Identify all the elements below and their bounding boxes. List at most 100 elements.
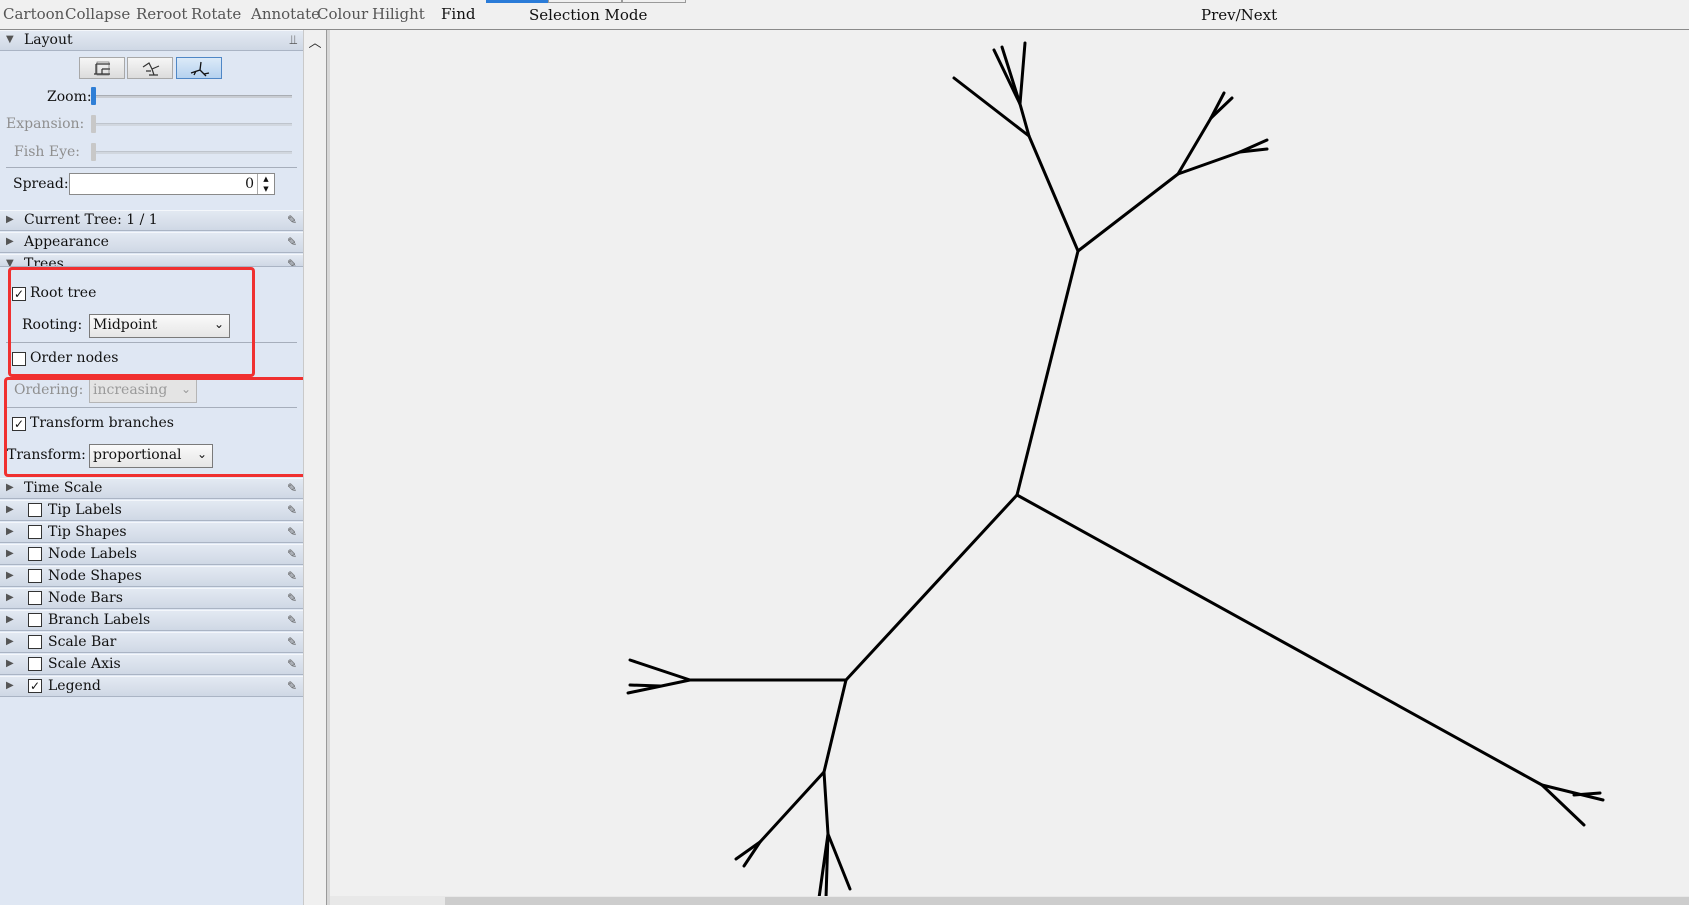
triangle-down-icon: ▼ (6, 258, 14, 267)
branch-labels-section-header[interactable]: ▶ Branch Labels ✎ (0, 610, 303, 631)
layout-divider (6, 167, 297, 168)
appearance-section-header[interactable]: ▶ Appearance ✎ (0, 232, 303, 253)
hilight-button[interactable]: Hilight (372, 5, 425, 23)
pin-icon[interactable]: ✎ (287, 679, 297, 693)
time-scale-section-header[interactable]: ▶ Time Scale ✎ (0, 478, 303, 499)
expansion-slider-thumb (91, 115, 96, 133)
radial-layout-button[interactable] (176, 57, 222, 79)
expansion-slider-track (94, 123, 292, 126)
node-bars-title: Node Bars (48, 590, 123, 606)
pin-icon[interactable]: ✎ (287, 547, 297, 561)
radial-tree-drawing[interactable] (330, 30, 1689, 900)
tree-branch (1018, 41, 1027, 106)
current-tree-title: Current Tree: 1 / 1 (24, 212, 158, 228)
tip-labels-title: Tip Labels (48, 502, 122, 518)
transform-highlight-box (4, 377, 323, 477)
tip-shapes-section-header[interactable]: ▶ Tip Shapes ✎ (0, 522, 303, 543)
prev-next-label: Prev/Next (1201, 6, 1278, 24)
pin-icon[interactable]: ✎ (287, 503, 297, 517)
zoom-slider-track[interactable] (94, 95, 292, 98)
node-labels-section-header[interactable]: ▶ Node Labels ✎ (0, 544, 303, 565)
toolbar: Cartoon Collapse Reroot Rotate Annotate … (0, 0, 1689, 30)
scale-axis-title: Scale Axis (48, 656, 121, 672)
panel-scrollbar[interactable]: ︿ (303, 30, 327, 905)
tree-branch (822, 678, 848, 774)
trees-section-header[interactable]: ▼ Trees ✎ (0, 254, 303, 267)
triangle-right-icon: ▶ (6, 482, 14, 493)
find-button[interactable]: Find (441, 5, 475, 23)
scale-bar-title: Scale Bar (48, 634, 117, 650)
annotate-button[interactable]: Annotate (251, 5, 320, 23)
controls-panel: ▼ Layout ⫫ Zoom: Expansion: Fish Eye: Sp… (0, 30, 323, 905)
tree-branch (826, 832, 852, 891)
tip-shapes-title: Tip Shapes (48, 524, 127, 540)
scale-axis-section-header[interactable]: ▶ Scale Axis ✎ (0, 654, 303, 675)
tree-branch (758, 770, 826, 844)
tip-labels-checkbox[interactable] (28, 503, 42, 517)
pin-icon[interactable]: ✎ (287, 213, 297, 227)
node-bars-section-header[interactable]: ▶ Node Bars ✎ (0, 588, 303, 609)
triangle-right-icon: ▶ (6, 526, 14, 537)
polar-tree-icon (142, 62, 160, 76)
fish-eye-label: Fish Eye: (14, 144, 80, 160)
pin-icon[interactable]: ✎ (287, 591, 297, 605)
tree-branch (822, 770, 830, 836)
node-shapes-checkbox[interactable] (28, 569, 42, 583)
triangle-right-icon: ▶ (6, 680, 14, 691)
triangle-right-icon: ▶ (6, 570, 14, 581)
layout-section-header[interactable]: ▼ Layout ⫫ (0, 30, 303, 51)
tip-shapes-checkbox[interactable] (28, 525, 42, 539)
chevron-up-icon[interactable]: ︿ (307, 32, 323, 51)
pin-icon[interactable]: ✎ (287, 657, 297, 671)
canvas-horizontal-scrollbar[interactable] (330, 896, 1689, 905)
zoom-slider-thumb[interactable] (91, 87, 96, 105)
scale-axis-checkbox[interactable] (28, 657, 42, 671)
node-shapes-title: Node Shapes (48, 568, 142, 584)
polar-layout-button[interactable] (127, 57, 173, 79)
tree-branch (1076, 172, 1180, 253)
spinner-arrows-icon[interactable]: ▲ ▼ (257, 174, 274, 194)
pin-icon[interactable]: ✎ (287, 569, 297, 583)
scale-bar-section-header[interactable]: ▶ Scale Bar ✎ (0, 632, 303, 653)
branch-labels-title: Branch Labels (48, 612, 151, 628)
tree-branch (1015, 493, 1544, 787)
scale-bar-checkbox[interactable] (28, 635, 42, 649)
tree-canvas[interactable] (330, 30, 1689, 900)
pin-icon[interactable]: ✎ (287, 257, 297, 266)
current-tree-section-header[interactable]: ▶ Current Tree: 1 / 1 ✎ (0, 210, 303, 231)
selection-mode-taxa-segment[interactable] (622, 0, 686, 3)
spread-spinner[interactable]: 0 ▲ ▼ (69, 173, 275, 195)
tip-labels-section-header[interactable]: ▶ Tip Labels ✎ (0, 500, 303, 521)
tree-branch (824, 832, 830, 900)
cartoon-button[interactable]: Cartoon (3, 5, 64, 23)
pin-icon[interactable]: ✎ (287, 481, 297, 495)
legend-checkbox[interactable]: ✓ (28, 679, 42, 693)
legend-section-header[interactable]: ▶ ✓ Legend ✎ (0, 676, 303, 697)
node-labels-title: Node Labels (48, 546, 137, 562)
node-shapes-section-header[interactable]: ▶ Node Shapes ✎ (0, 566, 303, 587)
branch-labels-checkbox[interactable] (28, 613, 42, 627)
fish-eye-slider-thumb (91, 143, 96, 161)
reroot-button[interactable]: Reroot (136, 5, 187, 23)
pin-icon[interactable]: ✎ (287, 613, 297, 627)
triangle-right-icon: ▶ (6, 236, 14, 247)
spread-label: Spread: (13, 176, 69, 192)
pin-icon[interactable]: ⫫ (290, 33, 297, 48)
rotate-button[interactable]: Rotate (191, 5, 241, 23)
canvas-scrollbar-thumb[interactable] (445, 897, 1689, 905)
node-labels-checkbox[interactable] (28, 547, 42, 561)
collapse-button[interactable]: Collapse (65, 5, 130, 23)
triangle-right-icon: ▶ (6, 658, 14, 669)
rectangular-layout-button[interactable] (79, 57, 125, 79)
colour-button[interactable]: Colour (317, 5, 368, 23)
node-bars-checkbox[interactable] (28, 591, 42, 605)
triangle-right-icon: ▶ (6, 592, 14, 603)
selection-mode-clade-segment[interactable] (548, 0, 622, 3)
triangle-right-icon: ▶ (6, 548, 14, 559)
pin-icon[interactable]: ✎ (287, 525, 297, 539)
selection-mode-node-segment[interactable] (486, 0, 548, 3)
appearance-title: Appearance (24, 234, 109, 250)
pin-icon[interactable]: ✎ (287, 235, 297, 249)
pin-icon[interactable]: ✎ (287, 635, 297, 649)
triangle-right-icon: ▶ (6, 636, 14, 647)
